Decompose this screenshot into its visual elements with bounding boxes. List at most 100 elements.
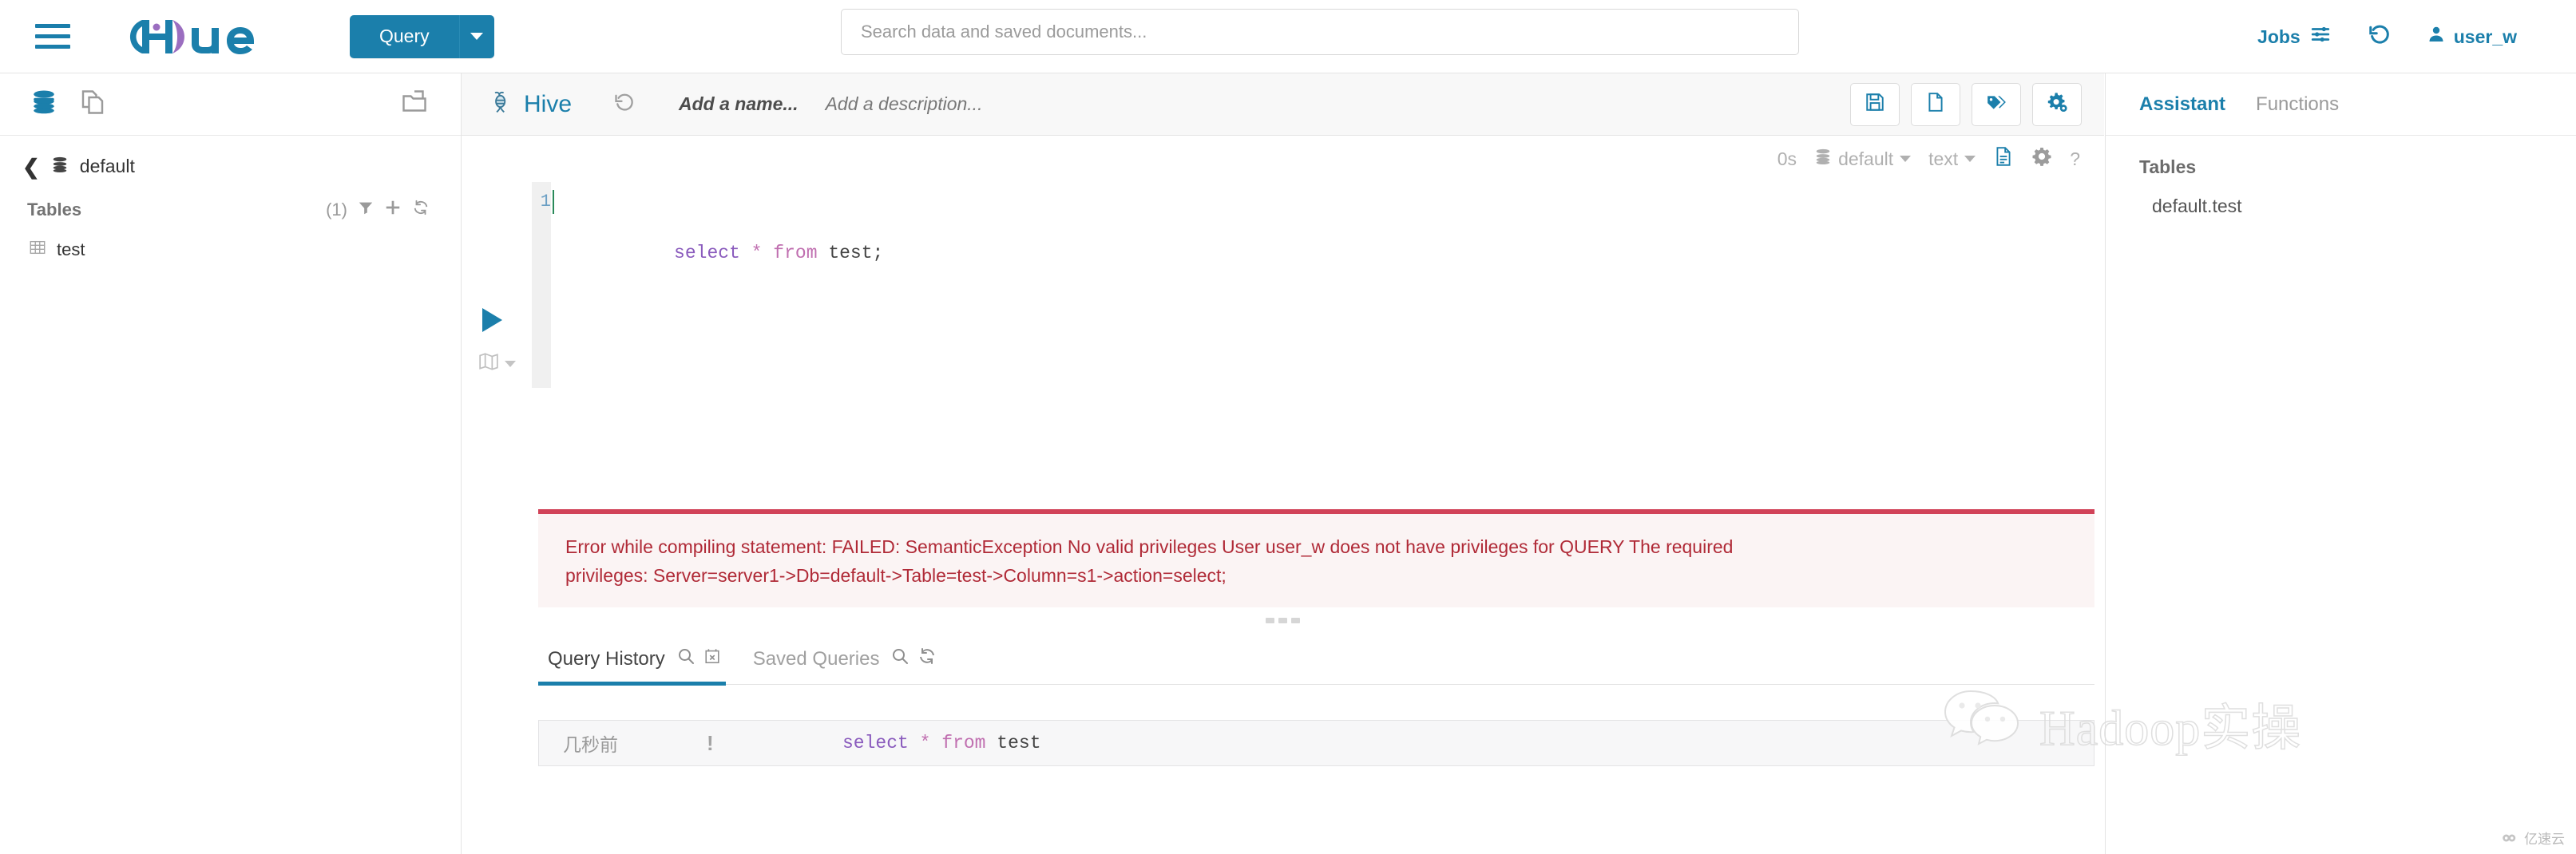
- calendar-clear-icon[interactable]: [703, 646, 721, 671]
- sidebar-documents-button[interactable]: [398, 88, 430, 121]
- error-panel: Error while compiling statement: FAILED:…: [538, 509, 2094, 608]
- settings-button[interactable]: [2032, 82, 2082, 126]
- text-cursor: [553, 190, 554, 214]
- tags-icon: [1984, 92, 2008, 117]
- query-dropdown-caret[interactable]: [458, 14, 494, 58]
- hamburger-bar: [35, 45, 70, 49]
- database-name: default: [79, 156, 135, 176]
- editor-header-buttons: [1850, 82, 2082, 126]
- hive-bee-icon: [489, 88, 514, 121]
- tab-assistant[interactable]: Assistant: [2139, 93, 2225, 116]
- editor-map-control[interactable]: [478, 351, 516, 376]
- code-text-area[interactable]: select * from test;: [551, 182, 2104, 388]
- format-selector-value: text: [1928, 148, 1959, 169]
- query-button-group[interactable]: Query: [350, 14, 494, 58]
- new-document-button[interactable]: [1911, 82, 1960, 126]
- tab-functions[interactable]: Functions: [2256, 93, 2339, 116]
- query-name-input[interactable]: Add a name...: [679, 93, 799, 115]
- gear-icon: [2031, 146, 2052, 172]
- history-query-star: *: [919, 733, 931, 753]
- job-history-button[interactable]: [2350, 22, 2409, 51]
- save-button[interactable]: [1850, 82, 1900, 126]
- history-timestamp: 几秒前: [563, 734, 618, 755]
- history-query-text: select * from test: [842, 733, 1041, 753]
- editor-undo-icon[interactable]: [613, 91, 636, 117]
- code-editor[interactable]: 1 select * from test;: [532, 182, 2104, 388]
- drag-dots-icon[interactable]: [462, 618, 2104, 623]
- sidebar-source-icons: [30, 87, 107, 121]
- new-document-icon: [1925, 91, 1946, 117]
- hue-application-window: Query Jobs: [0, 0, 2576, 854]
- assistant-section-title: Tables: [2139, 156, 2197, 177]
- tags-button[interactable]: [1972, 82, 2021, 126]
- hue-logo[interactable]: [118, 15, 270, 58]
- editor-header: Hive Add a name... Add a description...: [462, 73, 2104, 136]
- editor-gear-button[interactable]: [2031, 146, 2052, 172]
- search-input[interactable]: [841, 9, 1799, 55]
- right-assistant-panel: Assistant Functions Tables default.test: [2105, 73, 2576, 854]
- format-selector[interactable]: text: [1928, 148, 1976, 170]
- result-format-button[interactable]: [1993, 145, 2014, 172]
- refresh-icon[interactable]: [411, 199, 430, 221]
- tables-count: (1): [326, 200, 347, 219]
- query-description-input[interactable]: Add a description...: [826, 93, 983, 115]
- chevron-down-icon: [1900, 156, 1912, 162]
- top-navbar: Query Jobs: [0, 0, 2576, 73]
- database-icon: [1814, 147, 1832, 171]
- search-icon[interactable]: [890, 646, 910, 671]
- saved-queries-tab-icons: [890, 646, 937, 671]
- user-icon: [2427, 24, 2446, 49]
- user-name: user_w: [2453, 26, 2517, 47]
- engine-title[interactable]: Hive: [489, 88, 572, 121]
- sql-editor-area: 1 select * from test;: [462, 182, 2104, 405]
- sql-table-name: test;: [828, 243, 884, 264]
- sidebar-table-name: test: [57, 239, 85, 259]
- hamburger-bar: [35, 34, 70, 38]
- database-icon[interactable]: [30, 87, 57, 121]
- map-icon: [478, 351, 500, 376]
- history-query-table: test: [997, 733, 1041, 753]
- watermark-badge-text: 亿速云: [2524, 832, 2565, 847]
- tab-saved-queries-label: Saved Queries: [752, 647, 880, 670]
- line-number: 1: [540, 192, 551, 212]
- refresh-icon[interactable]: [917, 646, 937, 671]
- run-query-button[interactable]: [482, 308, 502, 332]
- tab-saved-queries[interactable]: Saved Queries: [743, 646, 960, 684]
- query-button[interactable]: Query: [350, 14, 459, 58]
- drag-dot: [1291, 618, 1300, 623]
- chevron-left-icon[interactable]: ❮: [22, 156, 40, 177]
- search-icon[interactable]: [676, 646, 696, 671]
- assistant-table-entry[interactable]: default.test: [2139, 196, 2542, 217]
- chevron-down-icon: [470, 33, 484, 40]
- plus-icon[interactable]: [384, 199, 402, 221]
- tables-section-header: Tables (1): [22, 199, 430, 221]
- error-message-line-1: Error while compiling statement: FAILED:…: [565, 536, 1734, 557]
- history-query-select: select: [842, 733, 909, 753]
- database-selector-value: default: [1838, 148, 1894, 169]
- tab-query-history[interactable]: Query History: [538, 646, 743, 686]
- sql-keyword-from: from: [773, 243, 818, 264]
- gears-icon: [2046, 91, 2068, 117]
- sidebar-table-item[interactable]: test: [22, 239, 430, 261]
- sidebar-toolbar: [0, 73, 461, 136]
- save-floppy-icon: [1865, 92, 1885, 117]
- database-breadcrumb[interactable]: ❮ default: [22, 155, 430, 178]
- line-number-gutter: 1: [532, 182, 551, 388]
- sql-keyword-select: select: [674, 243, 740, 264]
- user-menu-button[interactable]: user_w: [2409, 24, 2534, 49]
- database-selector[interactable]: default: [1814, 147, 1912, 171]
- jobs-label: Jobs: [2257, 26, 2301, 47]
- tab-query-history-label: Query History: [548, 647, 665, 670]
- documents-icon[interactable]: [78, 87, 107, 121]
- drag-dot: [1266, 618, 1274, 623]
- cloud-icon: [2503, 834, 2516, 841]
- chevron-down-icon: [505, 360, 516, 367]
- table-row[interactable]: 几秒前 ! select * from test: [538, 720, 2094, 766]
- jobs-button[interactable]: Jobs: [2240, 24, 2350, 49]
- engine-name: Hive: [524, 90, 573, 117]
- global-search: [841, 9, 1799, 55]
- drag-dot: [1278, 618, 1287, 623]
- hamburger-menu-icon[interactable]: [35, 21, 70, 53]
- help-button[interactable]: ?: [2070, 148, 2080, 170]
- filter-icon[interactable]: [357, 199, 375, 221]
